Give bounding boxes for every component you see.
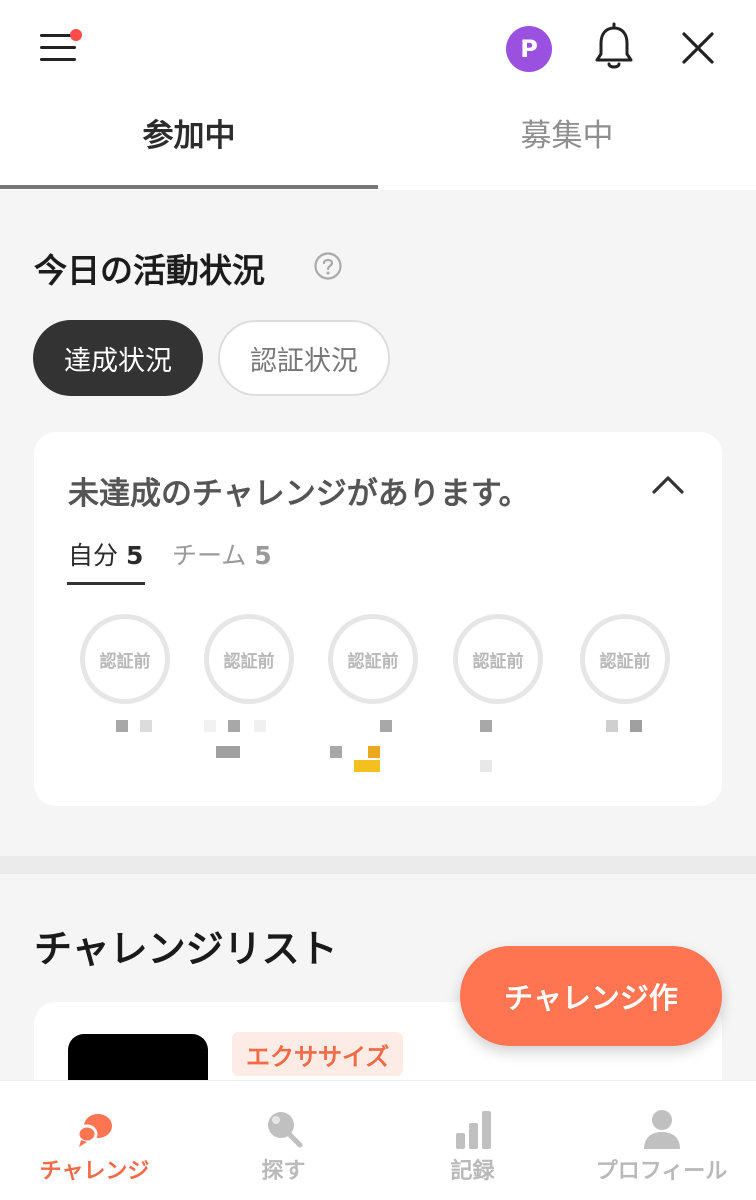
create-challenge-button[interactable]: チャレンジ作 <box>460 946 722 1046</box>
search-icon <box>262 1107 306 1151</box>
active-tab-indicator <box>0 185 378 189</box>
status-card: 未達成のチャレンジがあります。 自分 5 チーム 5 認証前 認証前 認証前 認… <box>34 432 722 806</box>
chat-bubbles-icon <box>73 1107 117 1151</box>
mine-count: 5 <box>125 541 144 570</box>
bell-icon[interactable] <box>592 22 636 74</box>
top-header: P 参加中 募集中 <box>0 0 756 190</box>
team-count: 5 <box>254 541 272 570</box>
nav-records[interactable]: 記録 <box>378 1081 567 1200</box>
card-title: 未達成のチャレンジがあります。 <box>68 476 530 512</box>
help-icon[interactable] <box>313 251 343 281</box>
unverified-badge[interactable]: 認証前 <box>453 614 543 704</box>
unverified-badge[interactable]: 認証前 <box>80 614 170 704</box>
menu-button[interactable] <box>36 28 84 68</box>
unverified-badge[interactable]: 認証前 <box>204 614 294 704</box>
close-icon[interactable] <box>676 26 720 70</box>
unverified-badge[interactable]: 認証前 <box>580 614 670 704</box>
verification-status-toggle[interactable]: 認証状況 <box>218 320 390 396</box>
notification-dot <box>70 29 82 41</box>
activity-title: 今日の活動状況 <box>34 251 265 290</box>
achievement-status-toggle[interactable]: 達成状況 <box>33 320 203 396</box>
tab-recruiting[interactable]: 募集中 <box>378 110 756 170</box>
sub-tab-mine[interactable]: 自分 5 <box>68 536 143 572</box>
nav-search[interactable]: 探す <box>189 1081 378 1200</box>
unverified-badge[interactable]: 認証前 <box>328 614 418 704</box>
bottom-nav: チャレンジ 探す 記録 プロフィール <box>0 1080 756 1200</box>
user-icon <box>640 1107 684 1151</box>
nav-profile[interactable]: プロフィール <box>567 1081 756 1200</box>
sub-tab-team[interactable]: チーム 5 <box>172 536 272 572</box>
tab-participating[interactable]: 参加中 <box>0 110 378 170</box>
section-divider <box>0 856 756 874</box>
challenge-list-title: チャレンジリスト <box>34 927 338 971</box>
nav-challenge[interactable]: チャレンジ <box>0 1081 189 1200</box>
chevron-up-icon[interactable] <box>646 464 690 508</box>
avatar[interactable]: P <box>506 26 552 72</box>
sub-tab-indicator <box>67 582 145 585</box>
bar-chart-icon <box>451 1107 495 1151</box>
category-tag: エクササイズ <box>232 1032 404 1076</box>
